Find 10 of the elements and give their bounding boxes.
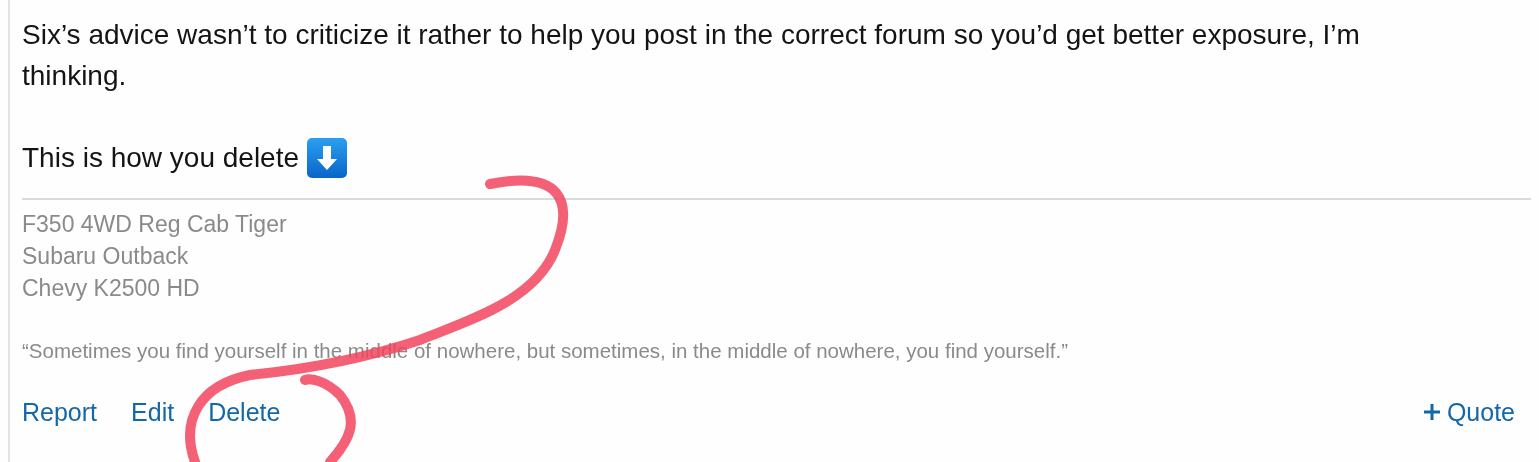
- post-paragraph: This is how you delete: [22, 141, 300, 175]
- plus-icon: [1422, 403, 1441, 421]
- signature-line: Chevy K2500 HD: [22, 274, 201, 303]
- post-action-link[interactable]: Report: [22, 396, 98, 428]
- post-action-link[interactable]: Delete: [208, 396, 281, 428]
- signature-line: F350 4WD Reg Cab Tiger: [22, 210, 288, 239]
- post-action-link[interactable]: Edit: [131, 396, 175, 428]
- quote-link[interactable]: Quote: [1422, 396, 1515, 428]
- signature-line: Subaru Outback: [22, 242, 190, 271]
- post-paragraph: Six’s advice wasn’t to criticize it rather to help you post in the correct forum so you’d get better exposure, I’m thinking.: [22, 18, 1361, 93]
